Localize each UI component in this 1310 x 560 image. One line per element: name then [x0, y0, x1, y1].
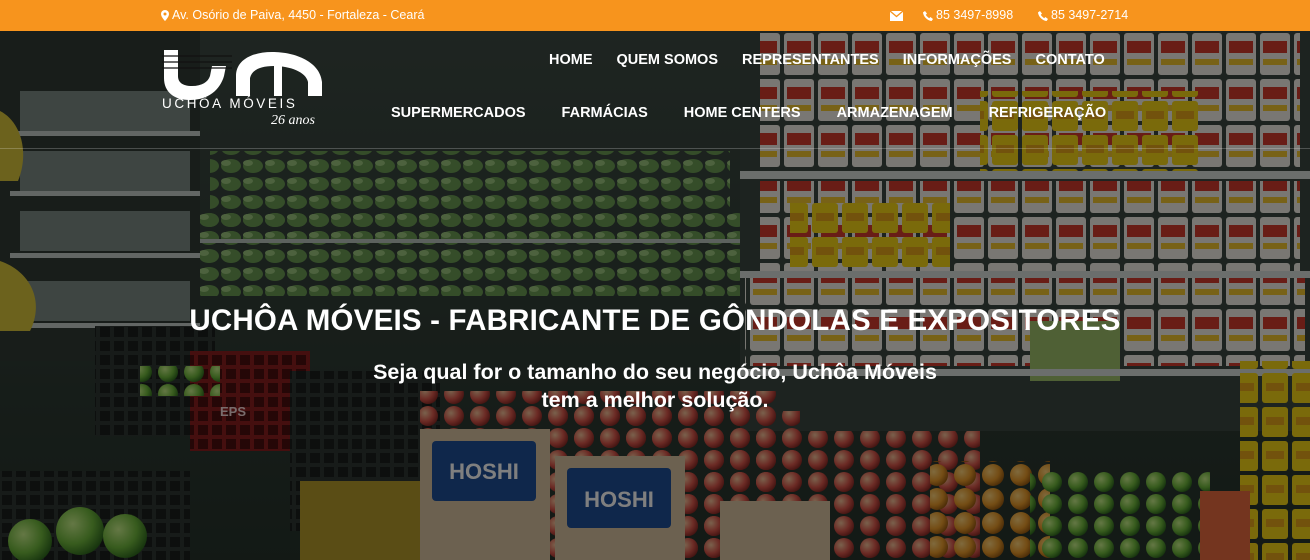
phone-link-2[interactable]: 85 3497-2714 [1038, 8, 1128, 23]
nav-farmacias[interactable]: FARMÁCIAS [562, 105, 648, 122]
map-marker-icon [161, 10, 169, 22]
phone-link-1[interactable]: 85 3497-8998 [923, 8, 1013, 23]
phone-icon [1038, 10, 1048, 21]
secondary-nav: SUPERMERCADOS FARMÁCIAS HOME CENTERS ARM… [391, 105, 1106, 122]
top-info-bar: Av. Osório de Paiva, 4450 - Fortaleza - … [0, 0, 1310, 31]
nav-supermercados[interactable]: SUPERMERCADOS [391, 105, 526, 122]
nav-representantes[interactable]: REPRESENTANTES [742, 52, 879, 69]
phone-1-text[interactable]: 85 3497-8998 [936, 8, 1013, 22]
nav-armazenagem[interactable]: ARMAZENAGEM [837, 105, 953, 122]
hero-title: UCHÔA MÓVEIS - FABRICANTE DE GÔNDOLAS E … [189, 304, 1121, 337]
logo-wordmark[interactable]: UCHÔA MÓVEIS [162, 96, 297, 111]
phone-icon [923, 10, 933, 21]
primary-nav: HOME QUEM SOMOS REPRESENTANTES INFORMAÇÕ… [549, 52, 1105, 69]
nav-quem-somos[interactable]: QUEM SOMOS [617, 52, 719, 69]
hero-subtitle: Seja qual for o tamanho do seu negócio, … [0, 358, 1310, 414]
email-link[interactable] [889, 10, 904, 25]
nav-home-centers[interactable]: HOME CENTERS [684, 105, 801, 122]
hero-subtitle-line-2: tem a melhor solução. [541, 388, 769, 412]
nav-refrigeracao[interactable]: REFRIGERAÇÃO [989, 105, 1107, 122]
nav-divider [0, 148, 1310, 149]
nav-home[interactable]: HOME [549, 52, 593, 69]
logo-tagline: 26 anos [271, 113, 315, 128]
address-text: Av. Osório de Paiva, 4450 - Fortaleza - … [172, 8, 425, 22]
nav-informacoes[interactable]: INFORMAÇÕES [903, 52, 1012, 69]
nav-contato[interactable]: CONTATO [1035, 52, 1104, 69]
envelope-icon[interactable] [889, 10, 904, 21]
address-text-group: Av. Osório de Paiva, 4450 - Fortaleza - … [161, 8, 424, 23]
hero-subtitle-line-1: Seja qual for o tamanho do seu negócio, … [373, 360, 937, 384]
phone-2-text[interactable]: 85 3497-2714 [1051, 8, 1128, 22]
